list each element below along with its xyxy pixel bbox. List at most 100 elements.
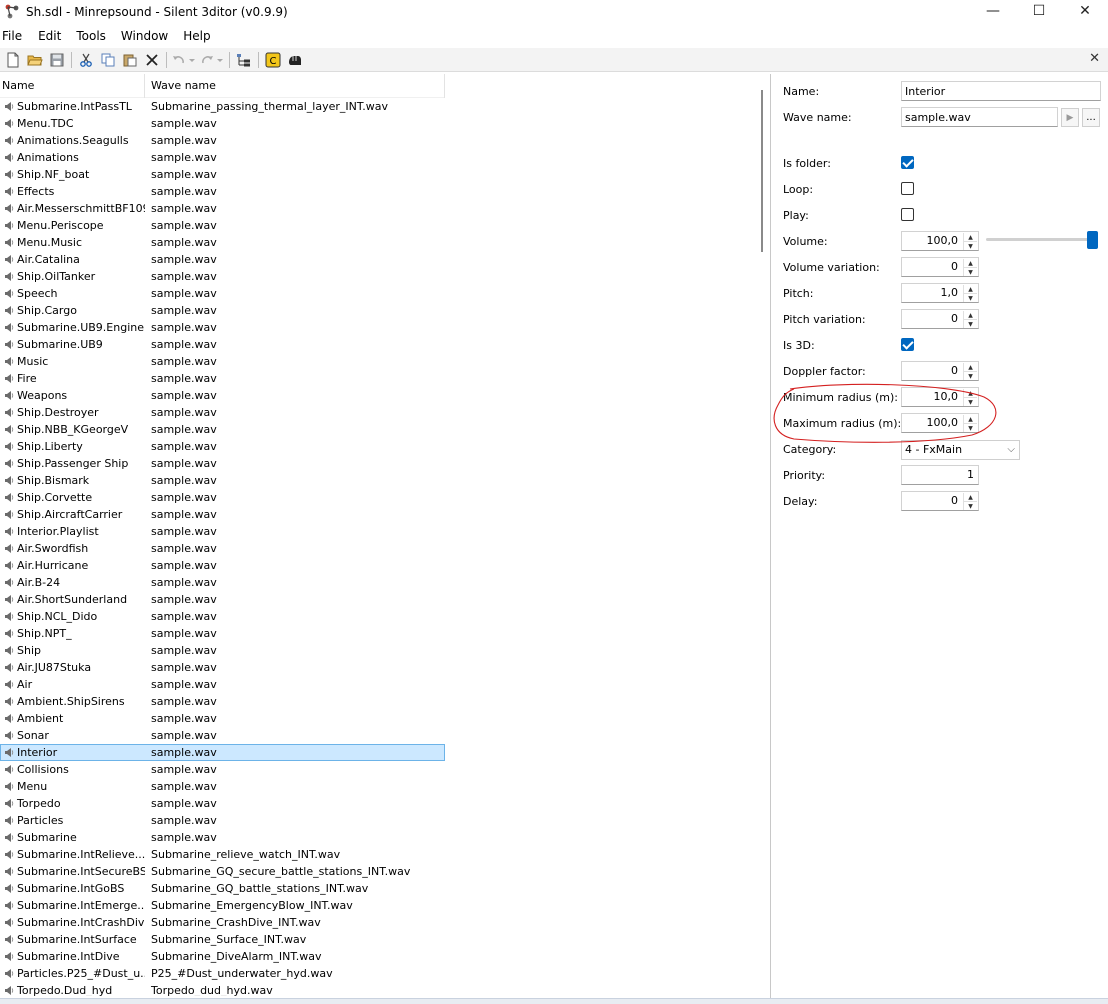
list-row[interactable]: Air.Hurricane sample.wav bbox=[0, 557, 445, 574]
list-row[interactable]: Submarine.IntGoBS Submarine_GQ_battle_sta… bbox=[0, 880, 445, 897]
list-row[interactable]: Torpedo.Dud_hyd Torpedo_dud_hyd.wav bbox=[0, 982, 445, 996]
list-row[interactable]: Ship.Cargo sample.wav bbox=[0, 302, 445, 319]
menu-edit[interactable]: Edit bbox=[36, 29, 74, 43]
volume-slider-track[interactable] bbox=[986, 238, 1096, 241]
list-row[interactable]: Ship sample.wav bbox=[0, 642, 445, 659]
list-row[interactable]: Ship.Liberty sample.wav bbox=[0, 438, 445, 455]
undo-icon[interactable] bbox=[170, 50, 198, 70]
list-row[interactable]: Submarine.IntPassTL Submarine_passing_the… bbox=[0, 98, 445, 115]
priority-stepper[interactable]: 1 bbox=[901, 465, 979, 485]
volume-variation-stepper[interactable]: 0 ▲ ▼ bbox=[901, 257, 979, 277]
list-row[interactable]: Particles.P25_#Dust_u... P25_#Dust_underw… bbox=[0, 965, 445, 982]
list-row[interactable]: Ship.Passenger Ship sample.wav bbox=[0, 455, 445, 472]
loop-checkbox[interactable] bbox=[901, 182, 914, 195]
list-row[interactable]: Submarine.IntSecureBS Submarine_GQ_secure… bbox=[0, 863, 445, 880]
list-row[interactable]: Weapons sample.wav bbox=[0, 387, 445, 404]
copy-icon[interactable] bbox=[97, 50, 119, 70]
list-row[interactable]: Air.Swordfish sample.wav bbox=[0, 540, 445, 557]
spin-up-icon[interactable]: ▲ bbox=[963, 285, 977, 294]
list-row[interactable]: Interior.Playlist sample.wav bbox=[0, 523, 445, 540]
redo-icon[interactable] bbox=[198, 50, 226, 70]
spin-down-icon[interactable]: ▼ bbox=[963, 372, 977, 380]
menu-file[interactable]: File bbox=[0, 29, 36, 43]
spin-down-icon[interactable]: ▼ bbox=[963, 242, 977, 250]
delay-stepper[interactable]: 0 ▲ ▼ bbox=[901, 491, 979, 511]
list-row[interactable]: Submarine sample.wav bbox=[0, 829, 445, 846]
list-row[interactable]: Music sample.wav bbox=[0, 353, 445, 370]
list-row[interactable]: Air.ShortSunderland sample.wav bbox=[0, 591, 445, 608]
list-row[interactable]: Menu sample.wav bbox=[0, 778, 445, 795]
list-row[interactable]: Ship.OilTanker sample.wav bbox=[0, 268, 445, 285]
name-input[interactable] bbox=[901, 81, 1101, 101]
column-header-wave-name[interactable]: Wave name bbox=[145, 74, 445, 98]
list-row[interactable]: Air.Catalina sample.wav bbox=[0, 251, 445, 268]
list-row[interactable]: Submarine.IntSurface Submarine_Surface_IN… bbox=[0, 931, 445, 948]
spin-down-icon[interactable]: ▼ bbox=[963, 268, 977, 276]
list-row[interactable]: Interior sample.wav bbox=[0, 744, 445, 761]
list-row[interactable]: Submarine.IntEmerge... Submarine_Emergenc… bbox=[0, 897, 445, 914]
list-row[interactable]: Ship.NPT_ sample.wav bbox=[0, 625, 445, 642]
list-row[interactable]: Ship.AircraftCarrier sample.wav bbox=[0, 506, 445, 523]
spin-up-icon[interactable]: ▲ bbox=[963, 311, 977, 320]
list-row[interactable]: Speech sample.wav bbox=[0, 285, 445, 302]
list-row[interactable]: Air sample.wav bbox=[0, 676, 445, 693]
menu-help[interactable]: Help bbox=[181, 29, 218, 43]
list-row[interactable]: Air.B-24 sample.wav bbox=[0, 574, 445, 591]
spin-down-icon[interactable]: ▼ bbox=[963, 294, 977, 302]
is-3d-checkbox[interactable] bbox=[901, 338, 914, 351]
list-row[interactable]: Menu.Periscope sample.wav bbox=[0, 217, 445, 234]
spin-up-icon[interactable]: ▲ bbox=[963, 363, 977, 372]
tree-icon[interactable] bbox=[233, 50, 255, 70]
menu-tools[interactable]: Tools bbox=[74, 29, 119, 43]
volume-slider-thumb[interactable] bbox=[1087, 231, 1098, 249]
hand-icon[interactable] bbox=[284, 50, 306, 70]
close-window-button[interactable]: ✕ bbox=[1062, 0, 1108, 22]
list-row[interactable]: Submarine.UB9 sample.wav bbox=[0, 336, 445, 353]
list-row[interactable]: Ship.NBB_KGeorgeV sample.wav bbox=[0, 421, 445, 438]
pitch-stepper[interactable]: 1,0 ▲ ▼ bbox=[901, 283, 979, 303]
column-header-name[interactable]: Name bbox=[0, 74, 145, 98]
minimize-button[interactable]: — bbox=[970, 0, 1016, 22]
volume-stepper[interactable]: 100,0 ▲ ▼ bbox=[901, 231, 979, 251]
list-row[interactable]: Air.MesserschmittBF109 sample.wav bbox=[0, 200, 445, 217]
list-row[interactable]: Fire sample.wav bbox=[0, 370, 445, 387]
list-row[interactable]: Particles sample.wav bbox=[0, 812, 445, 829]
list-row[interactable]: Submarine.IntRelieve... Submarine_relieve… bbox=[0, 846, 445, 863]
list-row[interactable]: Collisions sample.wav bbox=[0, 761, 445, 778]
pitch-variation-stepper[interactable]: 0 ▲ ▼ bbox=[901, 309, 979, 329]
list-row[interactable]: Animations.Seagulls sample.wav bbox=[0, 132, 445, 149]
list-row[interactable]: Animations sample.wav bbox=[0, 149, 445, 166]
list-row[interactable]: Effects sample.wav bbox=[0, 183, 445, 200]
spin-down-icon[interactable]: ▼ bbox=[963, 320, 977, 328]
play-checkbox[interactable] bbox=[901, 208, 914, 221]
list-row[interactable]: Submarine.UB9.Engine sample.wav bbox=[0, 319, 445, 336]
browse-wave-button[interactable]: ... bbox=[1082, 108, 1100, 127]
close-panel-icon[interactable]: ✕ bbox=[1089, 51, 1100, 66]
sound-icon[interactable]: C bbox=[262, 50, 284, 70]
list-row[interactable]: Ship.Destroyer sample.wav bbox=[0, 404, 445, 421]
spin-up-icon[interactable]: ▲ bbox=[963, 259, 977, 268]
is-folder-checkbox[interactable] bbox=[901, 156, 914, 169]
list-row[interactable]: Sonar sample.wav bbox=[0, 727, 445, 744]
spin-up-icon[interactable]: ▲ bbox=[963, 493, 977, 502]
list-scrollbar-thumb[interactable] bbox=[761, 90, 763, 252]
maximize-button[interactable]: ☐ bbox=[1016, 0, 1062, 22]
paste-icon[interactable] bbox=[119, 50, 141, 70]
list-row[interactable]: Ship.NF_boat sample.wav bbox=[0, 166, 445, 183]
spin-up-icon[interactable]: ▲ bbox=[963, 233, 977, 242]
new-icon[interactable] bbox=[2, 50, 24, 70]
list-row[interactable]: Ambient.ShipSirens sample.wav bbox=[0, 693, 445, 710]
wave-name-input[interactable] bbox=[901, 107, 1058, 127]
play-wave-button[interactable]: ▶ bbox=[1061, 108, 1079, 127]
list-row[interactable]: Ambient sample.wav bbox=[0, 710, 445, 727]
menu-window[interactable]: Window bbox=[119, 29, 181, 43]
list-row[interactable]: Air.JU87Stuka sample.wav bbox=[0, 659, 445, 676]
doppler-factor-stepper[interactable]: 0 ▲ ▼ bbox=[901, 361, 979, 381]
list-row[interactable]: Ship.Corvette sample.wav bbox=[0, 489, 445, 506]
list-row[interactable]: Ship.NCL_Dido sample.wav bbox=[0, 608, 445, 625]
list-row[interactable]: Submarine.IntDive Submarine_DiveAlarm_INT… bbox=[0, 948, 445, 965]
delete-icon[interactable] bbox=[141, 50, 163, 70]
list-row[interactable]: Submarine.IntCrashDive Submarine_CrashDiv… bbox=[0, 914, 445, 931]
save-icon[interactable] bbox=[46, 50, 68, 70]
cut-icon[interactable] bbox=[75, 50, 97, 70]
